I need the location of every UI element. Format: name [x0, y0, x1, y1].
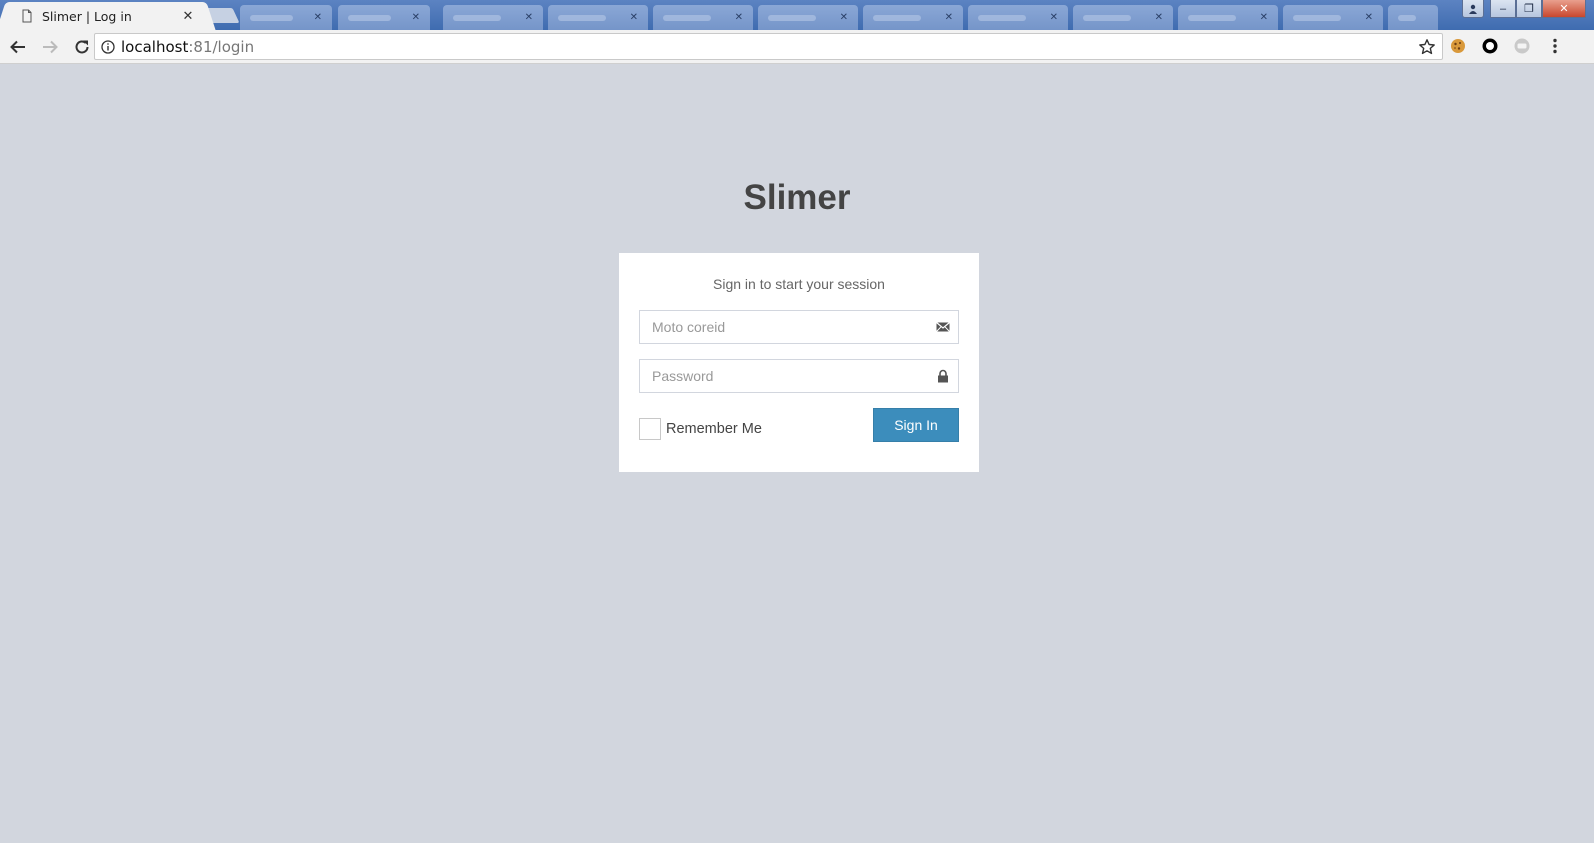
restore-button[interactable]: ❐: [1516, 0, 1542, 18]
tab-background[interactable]: ✕: [653, 5, 753, 30]
tab-background[interactable]: ✕: [548, 5, 648, 30]
chat-extension-icon[interactable]: [1513, 37, 1531, 55]
tab-background[interactable]: ✕: [758, 5, 858, 30]
login-box: Sign in to start your session Remember M…: [619, 253, 979, 472]
minimize-button[interactable]: –: [1490, 0, 1516, 18]
cookie-extension-icon[interactable]: [1449, 37, 1467, 55]
password-input[interactable]: [639, 359, 959, 393]
bookmark-star-icon[interactable]: [1418, 38, 1436, 61]
url-path: :81/login: [188, 37, 255, 56]
reload-button[interactable]: [68, 33, 96, 61]
info-icon[interactable]: [95, 39, 121, 54]
coreid-input[interactable]: [639, 310, 959, 344]
tab-background[interactable]: ✕: [1178, 5, 1278, 30]
tab-close-icon[interactable]: ✕: [840, 12, 848, 23]
form-actions: Remember Me Sign In: [639, 408, 959, 442]
tab-background[interactable]: ✕: [338, 5, 430, 30]
profile-icon[interactable]: [1462, 0, 1484, 18]
tab-background[interactable]: ✕: [1283, 5, 1383, 30]
login-message: Sign in to start your session: [713, 276, 885, 292]
forward-button[interactable]: [36, 33, 64, 61]
envelope-icon: [936, 322, 950, 332]
tab-background[interactable]: [1388, 5, 1438, 30]
tab-background[interactable]: ✕: [863, 5, 963, 30]
close-window-button[interactable]: ✕: [1542, 0, 1586, 18]
tab-title: Slimer | Log in: [42, 8, 132, 24]
coreid-field: [639, 310, 959, 344]
tab-close-icon[interactable]: ✕: [180, 8, 196, 24]
reload-icon: [75, 39, 89, 53]
remember-me[interactable]: Remember Me: [639, 418, 762, 440]
tab-close-icon[interactable]: ✕: [1260, 12, 1268, 23]
password-field: [639, 359, 959, 393]
arrow-left-icon: [10, 40, 25, 53]
ring-extension-icon[interactable]: [1481, 37, 1499, 55]
tab-background[interactable]: ✕: [443, 5, 543, 30]
lock-icon: [938, 369, 948, 383]
remember-me-checkbox[interactable]: [639, 418, 661, 440]
window-controls: – ❐ ✕: [1462, 0, 1586, 18]
browser-tabstrip: Slimer | Log in ✕ ✕ ✕ ✕ ✕ ✕ ✕ ✕ ✕ ✕ ✕ ✕ …: [0, 0, 1594, 30]
browser-toolbar: localhost:81/login: [0, 30, 1594, 64]
tab-active[interactable]: Slimer | Log in ✕: [8, 2, 204, 30]
remember-me-label: Remember Me: [666, 421, 762, 437]
sign-in-button[interactable]: Sign In: [873, 408, 959, 442]
tab-close-icon[interactable]: ✕: [1365, 12, 1373, 23]
tab-close-icon[interactable]: ✕: [412, 12, 420, 23]
tab-background[interactable]: ✕: [240, 5, 332, 30]
tab-close-icon[interactable]: ✕: [314, 12, 322, 23]
back-button[interactable]: [4, 33, 32, 61]
arrow-right-icon: [43, 40, 58, 53]
menu-icon[interactable]: [1546, 37, 1564, 55]
tab-close-icon[interactable]: ✕: [735, 12, 743, 23]
tab-background[interactable]: ✕: [1073, 5, 1173, 30]
tab-close-icon[interactable]: ✕: [1050, 12, 1058, 23]
app-logo: Slimer: [743, 178, 851, 217]
tab-close-icon[interactable]: ✕: [630, 12, 638, 23]
tab-close-icon[interactable]: ✕: [945, 12, 953, 23]
address-bar[interactable]: localhost:81/login: [94, 33, 1443, 60]
tab-background[interactable]: ✕: [968, 5, 1068, 30]
url-host: localhost: [121, 37, 189, 56]
page-icon: [22, 9, 32, 23]
tab-close-icon[interactable]: ✕: [525, 12, 533, 23]
url-text: localhost:81/login: [121, 38, 254, 56]
tab-close-icon[interactable]: ✕: [1155, 12, 1163, 23]
